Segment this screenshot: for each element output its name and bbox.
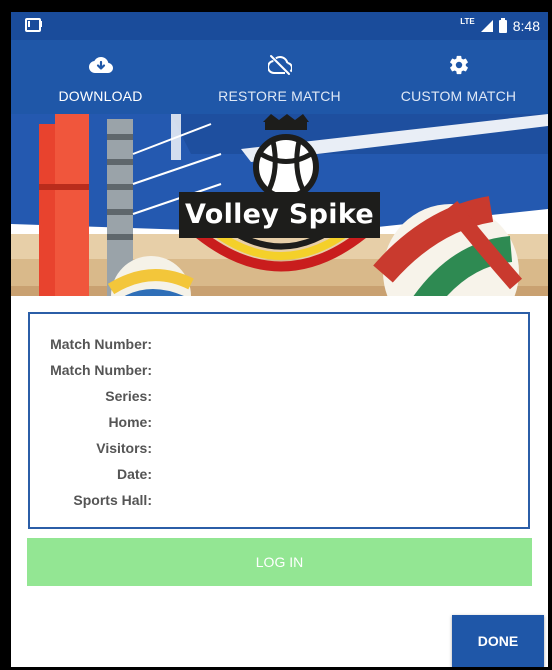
cloud-download-icon: [88, 57, 113, 73]
tab-custom-match[interactable]: CUSTOM MATCH: [369, 40, 548, 114]
tab-download-label: DOWNLOAD: [58, 88, 143, 104]
home-label: Home:: [108, 414, 152, 430]
match-number-label: Match Number:: [50, 336, 152, 352]
gear-icon: [449, 55, 468, 75]
app-logo-title: Volley Spike: [179, 192, 380, 238]
date-label: Date:: [116, 466, 152, 482]
mail-notification-icon: [25, 18, 42, 32]
lte-indicator: LTE: [460, 16, 475, 26]
done-button[interactable]: DONE: [452, 615, 544, 667]
status-icons: LTE 8:48: [460, 17, 540, 35]
tab-restore-match[interactable]: RESTORE MATCH: [190, 40, 369, 114]
tab-download[interactable]: DOWNLOAD: [11, 40, 190, 114]
cloud-off-icon: [267, 55, 292, 75]
signal-icon: [480, 20, 493, 32]
status-time: 8:48: [512, 18, 540, 34]
tab-restore-match-label: RESTORE MATCH: [218, 88, 341, 104]
tab-bar: DOWNLOAD RESTORE MATCH CUSTOM MATCH: [11, 40, 548, 114]
app-frame: LTE 8:48 DOWNLOAD RESTORE MATCH CUSTOM M…: [11, 12, 548, 667]
battery-icon: [498, 17, 507, 33]
login-button[interactable]: LOG IN: [27, 538, 532, 586]
status-bar: LTE 8:48: [11, 12, 548, 40]
visitors-label: Visitors:: [96, 440, 152, 456]
match-number-label-2: Match Number:: [50, 362, 152, 378]
match-info-card: Match Number: Match Number: Series: Home…: [28, 312, 530, 529]
tab-custom-match-label: CUSTOM MATCH: [400, 88, 517, 104]
series-label: Series:: [105, 388, 152, 404]
sports-hall-label: Sports Hall:: [73, 492, 152, 508]
